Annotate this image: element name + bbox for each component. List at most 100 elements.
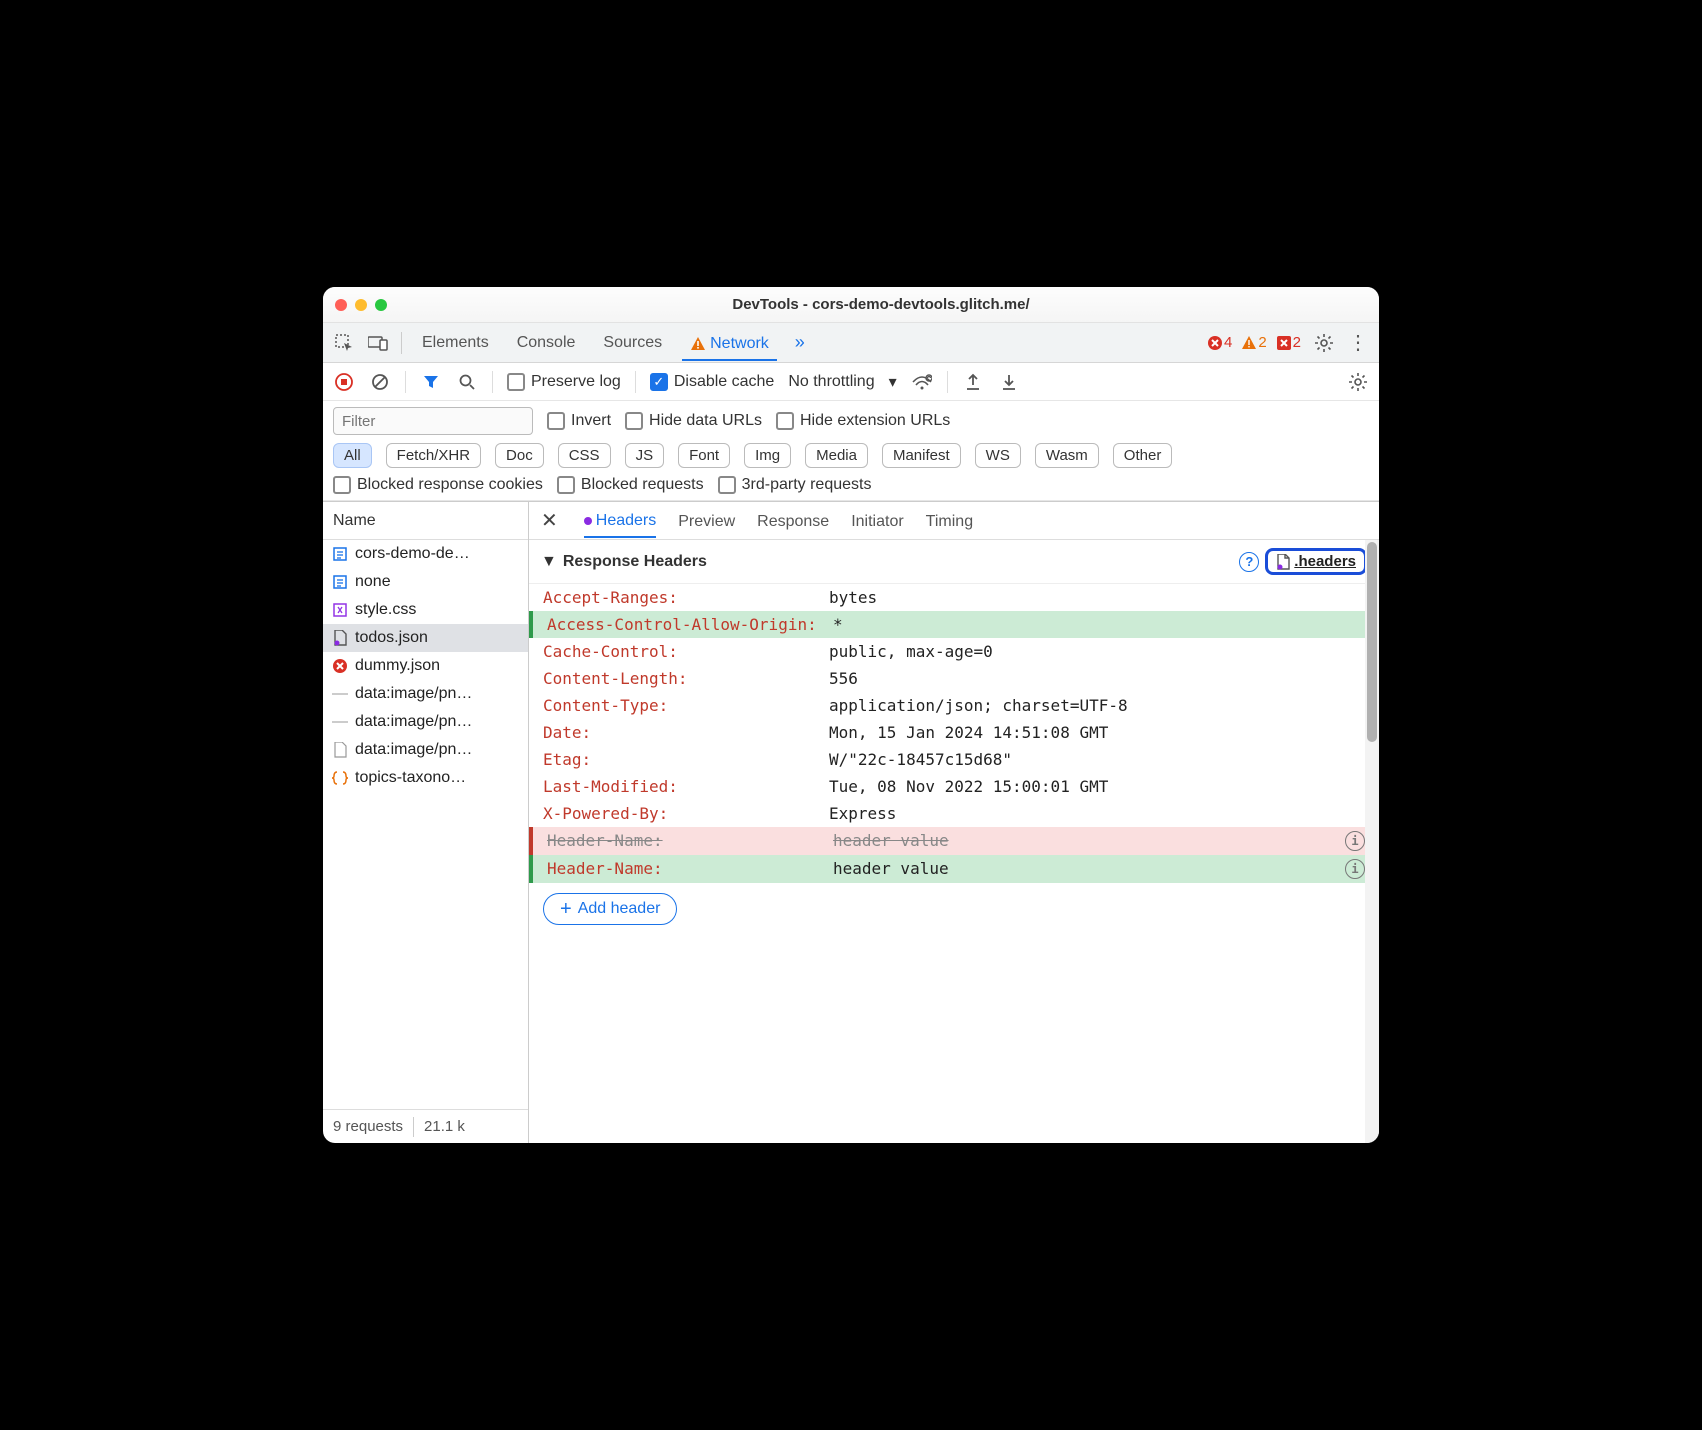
issue-counters[interactable]: 4 2 2: [1208, 334, 1301, 351]
request-type-icon: [331, 545, 349, 563]
add-header-button[interactable]: + Add header: [543, 893, 677, 925]
search-icon[interactable]: [456, 371, 478, 393]
tab-network[interactable]: Network: [682, 333, 777, 361]
header-value: W/"22c-18457c15d68": [829, 750, 1012, 769]
header-row: Header-Name:header valuei: [529, 855, 1379, 883]
device-toolbar-icon[interactable]: [367, 332, 389, 354]
more-tabs-icon[interactable]: »: [789, 332, 811, 354]
window-titlebar: DevTools - cors-demo-devtools.glitch.me/: [323, 287, 1379, 323]
hide-extension-urls-checkbox[interactable]: Hide extension URLs: [776, 412, 950, 430]
filter-chip-font[interactable]: Font: [678, 443, 730, 468]
header-name: Last-Modified:: [543, 777, 829, 796]
scrollbar[interactable]: [1365, 540, 1379, 1143]
info-icon[interactable]: i: [1345, 859, 1365, 879]
filter-chip-js[interactable]: JS: [625, 443, 665, 468]
warning-count[interactable]: 2: [1242, 334, 1266, 351]
scrollbar-thumb[interactable]: [1367, 542, 1377, 742]
detail-tab-preview[interactable]: Preview: [678, 513, 735, 537]
header-value: application/json; charset=UTF-8: [829, 696, 1128, 715]
filter-chip-fetchxhr[interactable]: Fetch/XHR: [386, 443, 481, 468]
header-row: Date:Mon, 15 Jan 2024 14:51:08 GMT: [529, 719, 1379, 746]
request-name: none: [355, 573, 391, 591]
tab-console[interactable]: Console: [509, 332, 584, 354]
header-row: Cache-Control:public, max-age=0: [529, 638, 1379, 665]
record-button[interactable]: [333, 371, 355, 393]
name-column-header[interactable]: Name: [323, 502, 528, 540]
throttling-select[interactable]: No throttling ▾: [788, 372, 896, 392]
close-window-button[interactable]: [335, 299, 347, 311]
minimize-window-button[interactable]: [355, 299, 367, 311]
request-type-icon: [331, 629, 349, 647]
warning-icon: [690, 336, 706, 352]
close-detail-button[interactable]: ✕: [541, 508, 558, 533]
hide-data-urls-checkbox[interactable]: Hide data URLs: [625, 412, 762, 430]
filter-chip-manifest[interactable]: Manifest: [882, 443, 961, 468]
header-name: Etag:: [543, 750, 829, 769]
issue-count[interactable]: 2: [1277, 334, 1301, 351]
filter-chip-css[interactable]: CSS: [558, 443, 611, 468]
request-name: cors-demo-de…: [355, 545, 470, 563]
network-conditions-icon[interactable]: [911, 371, 933, 393]
third-party-checkbox[interactable]: 3rd-party requests: [718, 476, 872, 494]
filter-chip-wasm[interactable]: Wasm: [1035, 443, 1099, 468]
network-settings-icon[interactable]: [1347, 371, 1369, 393]
detail-tabs: ✕ Headers Preview Response Initiator Tim…: [529, 502, 1379, 540]
disable-cache-checkbox[interactable]: ✓ Disable cache: [650, 373, 775, 391]
header-row: Accept-Ranges:bytes: [529, 584, 1379, 611]
response-headers-section[interactable]: ▼ Response Headers ? .headers: [529, 540, 1379, 584]
detail-body: ▼ Response Headers ? .headers Accept-Ran…: [529, 540, 1379, 1143]
settings-icon[interactable]: [1313, 332, 1335, 354]
header-name: Content-Length:: [543, 669, 829, 688]
request-row[interactable]: todos.json: [323, 624, 528, 652]
detail-tab-headers[interactable]: Headers: [584, 512, 656, 538]
filter-icon[interactable]: [420, 371, 442, 393]
request-row[interactable]: none: [323, 568, 528, 596]
download-har-icon[interactable]: [998, 371, 1020, 393]
transfer-size: 21.1 k: [424, 1118, 465, 1135]
header-value: Mon, 15 Jan 2024 14:51:08 GMT: [829, 723, 1108, 742]
more-menu-icon[interactable]: ⋮: [1347, 332, 1369, 354]
zoom-window-button[interactable]: [375, 299, 387, 311]
request-type-icon: [331, 713, 349, 731]
headers-override-file[interactable]: .headers: [1265, 548, 1367, 575]
invert-checkbox[interactable]: Invert: [547, 412, 611, 430]
request-count: 9 requests: [333, 1118, 403, 1135]
header-row: X-Powered-By:Express: [529, 800, 1379, 827]
detail-tab-response[interactable]: Response: [757, 513, 829, 537]
tab-sources[interactable]: Sources: [595, 332, 670, 354]
filter-bar: Invert Hide data URLs Hide extension URL…: [323, 401, 1379, 501]
detail-tab-initiator[interactable]: Initiator: [851, 513, 903, 537]
filter-chip-ws[interactable]: WS: [975, 443, 1021, 468]
request-row[interactable]: topics-taxono…: [323, 764, 528, 792]
error-count[interactable]: 4: [1208, 334, 1232, 351]
request-name: data:image/pn…: [355, 713, 472, 731]
request-row[interactable]: style.css: [323, 596, 528, 624]
blocked-cookies-checkbox[interactable]: Blocked response cookies: [333, 476, 543, 494]
info-icon[interactable]: i: [1345, 831, 1365, 851]
help-icon[interactable]: ?: [1239, 552, 1259, 572]
filter-chip-other[interactable]: Other: [1113, 443, 1173, 468]
inspect-element-icon[interactable]: [333, 332, 355, 354]
detail-tab-timing[interactable]: Timing: [926, 513, 973, 537]
filter-input[interactable]: [333, 407, 533, 435]
request-row[interactable]: data:image/pn…: [323, 680, 528, 708]
request-row[interactable]: data:image/pn…: [323, 708, 528, 736]
filter-chip-img[interactable]: Img: [744, 443, 791, 468]
request-row[interactable]: data:image/pn…: [323, 736, 528, 764]
preserve-log-checkbox[interactable]: Preserve log: [507, 373, 621, 391]
header-value: 556: [829, 669, 858, 688]
filter-chip-doc[interactable]: Doc: [495, 443, 544, 468]
detail-pane: ✕ Headers Preview Response Initiator Tim…: [529, 502, 1379, 1143]
header-row: Header-Name:header valuei: [529, 827, 1379, 855]
tab-elements[interactable]: Elements: [414, 332, 497, 354]
filter-chip-all[interactable]: All: [333, 443, 372, 468]
request-row[interactable]: dummy.json: [323, 652, 528, 680]
header-name: X-Powered-By:: [543, 804, 829, 823]
file-override-icon: [1276, 554, 1290, 570]
filter-chip-media[interactable]: Media: [805, 443, 868, 468]
clear-button[interactable]: [369, 371, 391, 393]
header-name: Header-Name:: [547, 859, 833, 878]
blocked-requests-checkbox[interactable]: Blocked requests: [557, 476, 704, 494]
upload-har-icon[interactable]: [962, 371, 984, 393]
request-row[interactable]: cors-demo-de…: [323, 540, 528, 568]
